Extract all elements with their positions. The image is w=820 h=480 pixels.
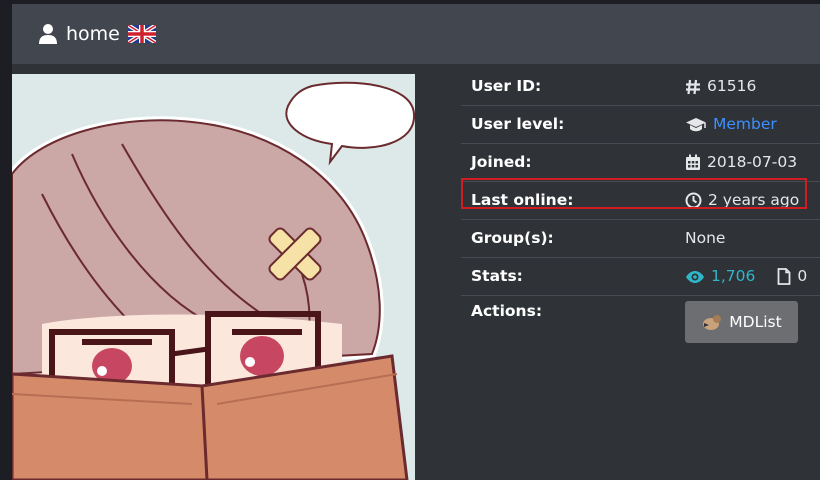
joined-value: 2018-07-03 (707, 153, 798, 171)
user-level-link[interactable]: Member (713, 106, 777, 143)
avatar (12, 74, 415, 480)
stats-label: Stats: (471, 267, 523, 285)
profile-info: User ID: 61516 User level: Member Joined… (461, 68, 820, 356)
views-count: 1,706 (711, 267, 756, 285)
calendar-icon (685, 154, 701, 171)
actions-row: Actions: MDList (461, 296, 820, 356)
hash-icon (685, 79, 701, 95)
last-online-highlight (461, 178, 807, 209)
user-level-label: User level: (471, 115, 565, 133)
joined-label: Joined: (471, 153, 532, 171)
mdlist-button-label: MDList (729, 313, 782, 331)
joined-row: Joined: 2018-07-03 (461, 144, 820, 182)
groups-label: Group(s): (471, 229, 554, 247)
user-id-row: User ID: 61516 (461, 68, 820, 106)
eye-icon (685, 270, 705, 284)
user-profile-card: home User ID: 61516 User level: Member J… (12, 4, 820, 480)
mdlist-icon (701, 313, 723, 331)
groups-row: Group(s): None (461, 220, 820, 258)
user-level-row: User level: Member (461, 106, 820, 144)
files-count: 0 (797, 267, 808, 285)
profile-header: home (12, 4, 820, 64)
actions-label: Actions: (471, 302, 543, 320)
user-id-value: 61516 (707, 77, 757, 95)
mdlist-button[interactable]: MDList (685, 301, 798, 343)
file-icon (777, 268, 791, 285)
stats-row: Stats: 1,706 0 (461, 258, 820, 296)
graduation-cap-icon (685, 117, 707, 133)
page-title: home (66, 23, 120, 45)
groups-value: None (685, 229, 726, 247)
user-id-label: User ID: (471, 77, 542, 95)
user-icon (38, 23, 58, 45)
uk-flag-icon (127, 25, 156, 43)
